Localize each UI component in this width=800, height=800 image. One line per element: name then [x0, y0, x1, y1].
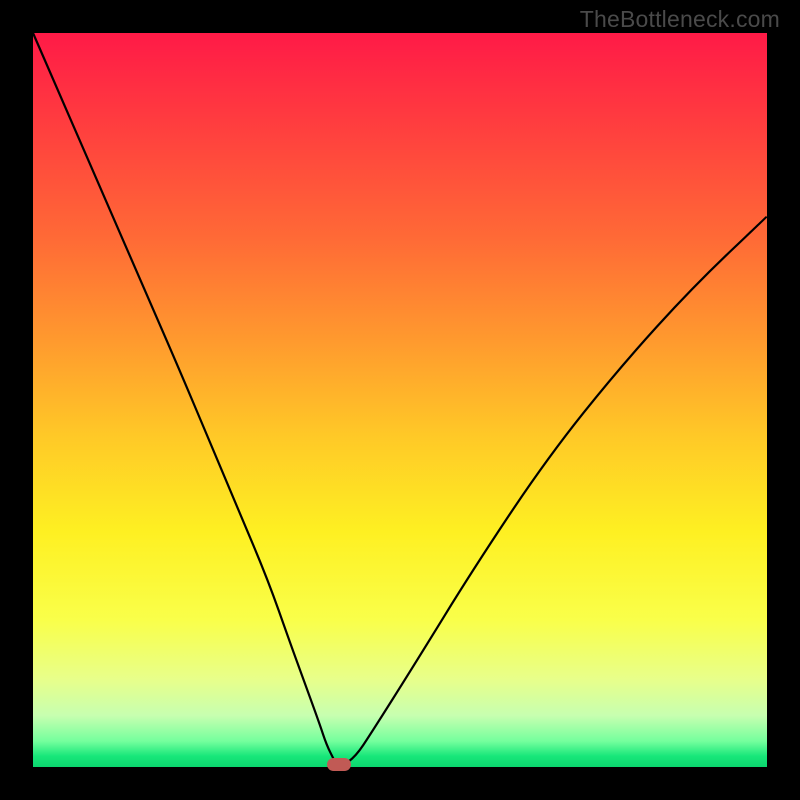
- watermark-text: TheBottleneck.com: [580, 6, 780, 33]
- plot-area: [33, 33, 767, 767]
- chart-frame: TheBottleneck.com: [0, 0, 800, 800]
- optimum-marker: [327, 758, 351, 771]
- bottleneck-curve: [33, 33, 767, 767]
